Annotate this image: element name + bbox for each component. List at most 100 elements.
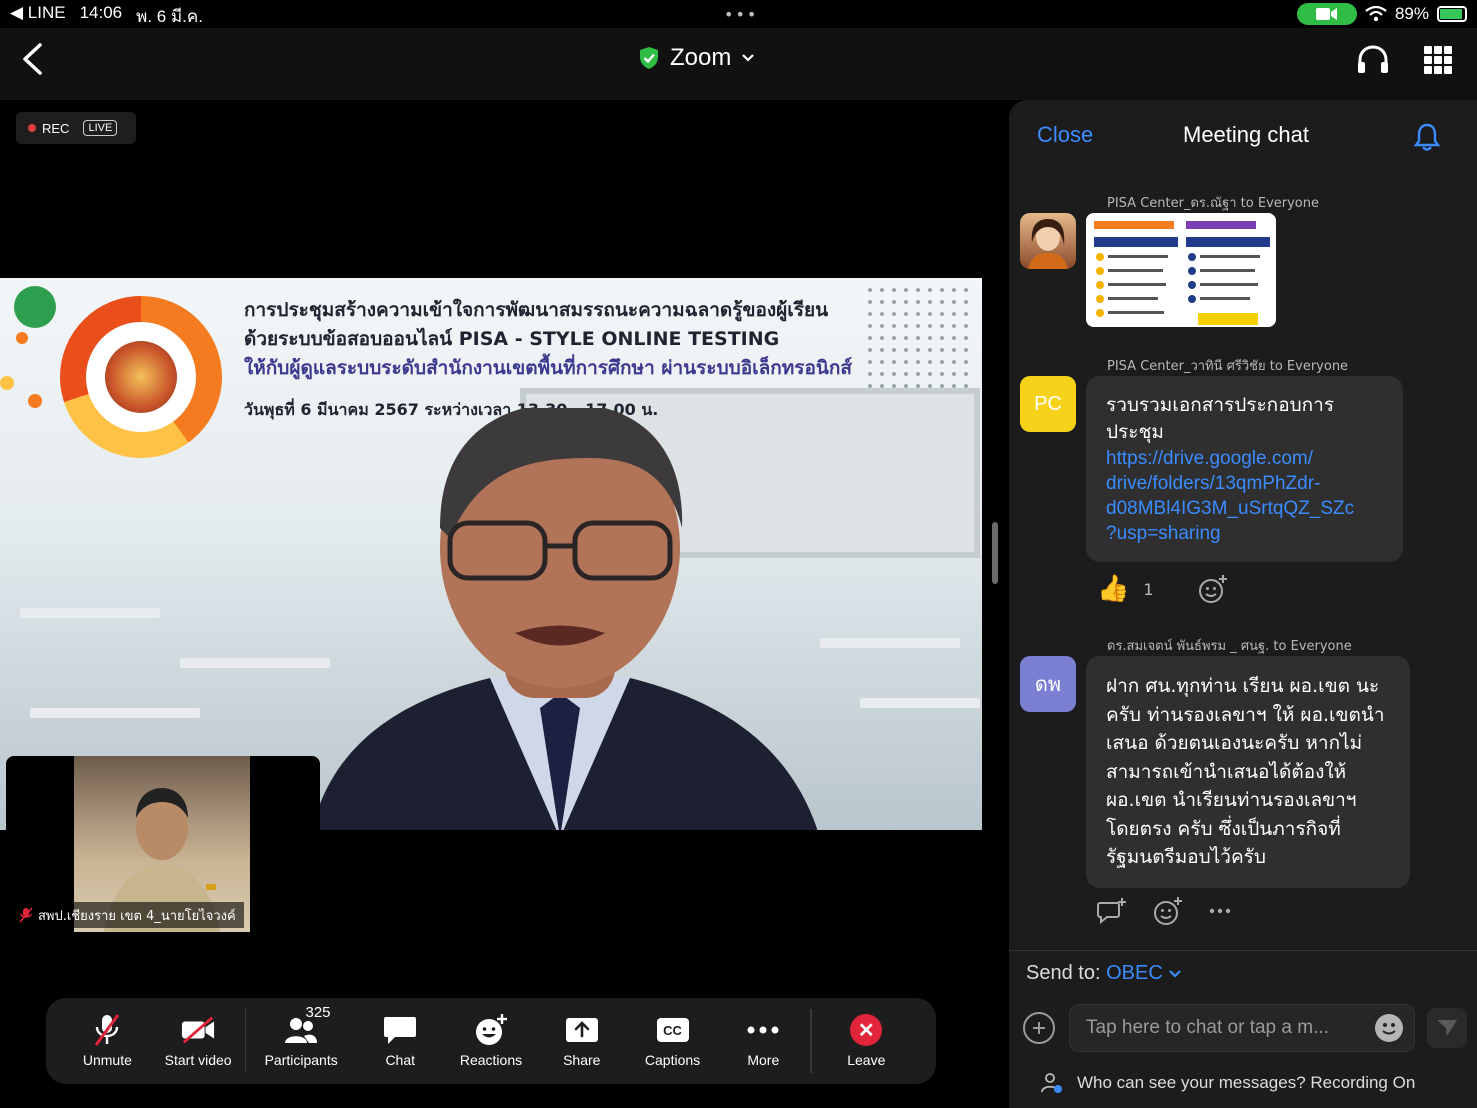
share-upload-icon [565,1018,598,1042]
chevron-down-icon [742,54,755,62]
participants-button[interactable]: 325 Participants [247,1004,354,1068]
message-link[interactable]: drive/folders/13qmPhZdr- [1106,471,1383,496]
chat-button[interactable]: Chat [355,1014,446,1068]
slide-line-2: ด้วยระบบข้อสอบออนไลน์ PISA - STYLE ONLIN… [244,328,780,350]
recording-badge[interactable]: REC LIVE [16,112,136,144]
chat-message-input[interactable] [1069,1004,1415,1052]
message-link[interactable]: https://drive.google.com/ [1106,446,1383,471]
more-dots-icon[interactable] [1209,908,1231,914]
live-label: LIVE [83,120,118,136]
bell-icon[interactable] [1413,122,1441,152]
message-link[interactable]: d08MBl4IG3M_uSrtqQZ_SZc [1106,496,1383,521]
self-view-name: สพป.เชียงราย เขต 4_นายโยไจวงค์ [38,908,236,924]
decor-dot [14,286,56,328]
chat-message-bubble[interactable]: ฝาก ศน.ทุกท่าน เรียน ผอ.เขต นะครับ ท่านร… [1086,656,1410,888]
chat-privacy-info[interactable]: Who can see your messages? Recording On [1041,1072,1415,1094]
chat-message-bubble[interactable]: รวบรวมเอกสารประกอบการประชุม https://driv… [1086,376,1403,562]
multitask-dots-icon[interactable]: ••• [724,5,758,24]
captions-icon: CC [656,1018,689,1042]
more-button[interactable]: More [718,1014,809,1068]
decor-dot [28,394,42,408]
send-to-selector[interactable]: Send to: OBEC [1026,962,1182,985]
leave-button[interactable]: ✕ Leave [813,1014,920,1068]
captions-button[interactable]: CC Captions [627,1014,718,1068]
meeting-chat-panel: Close Meeting chat PISA Center_ดร.ณัฐา t… [1009,100,1477,1108]
reply-thread-icon[interactable] [1097,897,1127,925]
headphone-icon[interactable] [1356,44,1390,76]
video-stage: REC LIVE การประชุมสร้างความเข้าใจการพัฒน… [0,100,982,1108]
shared-image-thumbnail[interactable] [1086,213,1276,327]
message-text: ฝาก ศน.ทุกท่าน เรียน ผอ.เขต นะครับ ท่านร… [1106,675,1385,868]
mic-off-icon [19,907,33,923]
message-sender: PISA Center_วาทินี ศรีวิชัย to Everyone [1107,359,1349,374]
captions-label: Captions [644,1052,701,1068]
recording-dot-icon [28,124,36,132]
unmute-button[interactable]: Unmute [62,1014,153,1068]
slide-line-1: การประชุมสร้างความเข้าใจการพัฒนาสมรรถนะค… [244,299,829,321]
start-video-button[interactable]: Start video [153,1014,244,1068]
rec-label: REC [42,120,70,136]
message-link[interactable]: ?usp=sharing [1106,521,1383,546]
self-view-video[interactable]: สพป.เชียงราย เขต 4_นายโยไจวงค์ [6,756,320,932]
more-label: More [747,1052,780,1068]
chat-header: Close Meeting chat [1009,100,1477,172]
plus-icon [1033,1022,1045,1034]
battery-icon [1437,6,1467,22]
wifi-icon [1365,6,1387,22]
back-button[interactable] [20,42,50,78]
classroom-desk [820,638,960,648]
reaction-count: 1 [1143,579,1154,599]
status-time: 14:06 [79,3,123,22]
toolbar-divider [244,1009,247,1073]
add-reaction-icon[interactable] [1153,896,1183,926]
message-sender: PISA Center_ดร.ณัฐา to Everyone [1107,196,1319,211]
send-message-button[interactable] [1427,1008,1467,1048]
add-reaction-icon[interactable] [1198,574,1228,604]
camera-in-use-icon [1296,3,1357,25]
status-bar: ◀ LINE 14:06 พ. 6 มี.ค. ••• 89% [0,0,1477,28]
mic-off-icon [95,1014,120,1046]
participants-count: 325 [305,1004,331,1021]
ministry-logo [60,296,222,458]
more-dots-icon [747,1026,779,1034]
message-actions [1097,896,1231,926]
smiley-icon [1382,1023,1396,1035]
meeting-title: Zoom [670,44,732,71]
slide-line-3: ให้กับผู้ดูแลระบบระดับสำนักงานเขตพื้นที่… [244,357,852,379]
decor-dot [16,332,28,344]
reactions-button[interactable]: Reactions [446,1014,537,1068]
avatar[interactable] [1020,213,1076,269]
avatar[interactable]: ดพ [1020,656,1076,712]
meeting-toolbar: Unmute Start video 325 Participants Chat [46,998,936,1084]
apps-grid-icon[interactable] [1424,46,1452,74]
divider [1009,950,1477,951]
privacy-text: Who can see your messages? Recording On [1077,1073,1416,1092]
panel-resize-handle[interactable] [992,522,998,584]
active-speaker-video[interactable]: การประชุมสร้างความเข้าใจการพัฒนาสมรรถนะค… [0,278,982,830]
emoji-picker-button[interactable] [1375,1014,1403,1042]
close-x-icon: ✕ [850,1014,883,1046]
slide-thumbnail-image [1086,213,1276,327]
battery-percent: 89% [1394,4,1429,23]
classroom-desk [860,698,980,708]
thumbs-up-icon: 👍 [1097,574,1130,604]
avatar[interactable]: PC [1020,376,1076,432]
self-view-name-tag: สพป.เชียงราย เขต 4_นายโยไจวงค์ [14,902,244,928]
chevron-down-icon [1169,970,1182,978]
message-reactions: 👍 1 [1097,574,1228,604]
share-button[interactable]: Share [536,1014,627,1068]
send-to-target: OBEC [1106,962,1163,984]
meeting-title-button[interactable]: Zoom [638,44,755,72]
add-attachment-button[interactable] [1023,1012,1055,1044]
back-to-app[interactable]: ◀ LINE [10,3,66,30]
thumbs-up-reaction[interactable]: 👍 1 [1097,574,1154,604]
message-sender: ดร.สมเจตน์ พันธ์พรม _ ศนฐ. to Everyone [1107,639,1352,654]
slide-title: การประชุมสร้างความเข้าใจการพัฒนาสมรรถนะค… [244,296,852,383]
emblem-icon [105,341,177,413]
start-video-label: Start video [164,1052,232,1068]
close-chat-button[interactable]: Close [1037,122,1093,148]
user-photo-icon [1028,219,1068,269]
leave-label: Leave [847,1052,886,1068]
status-date: พ. 6 มี.ค. [136,7,203,26]
video-off-icon [182,1016,215,1044]
